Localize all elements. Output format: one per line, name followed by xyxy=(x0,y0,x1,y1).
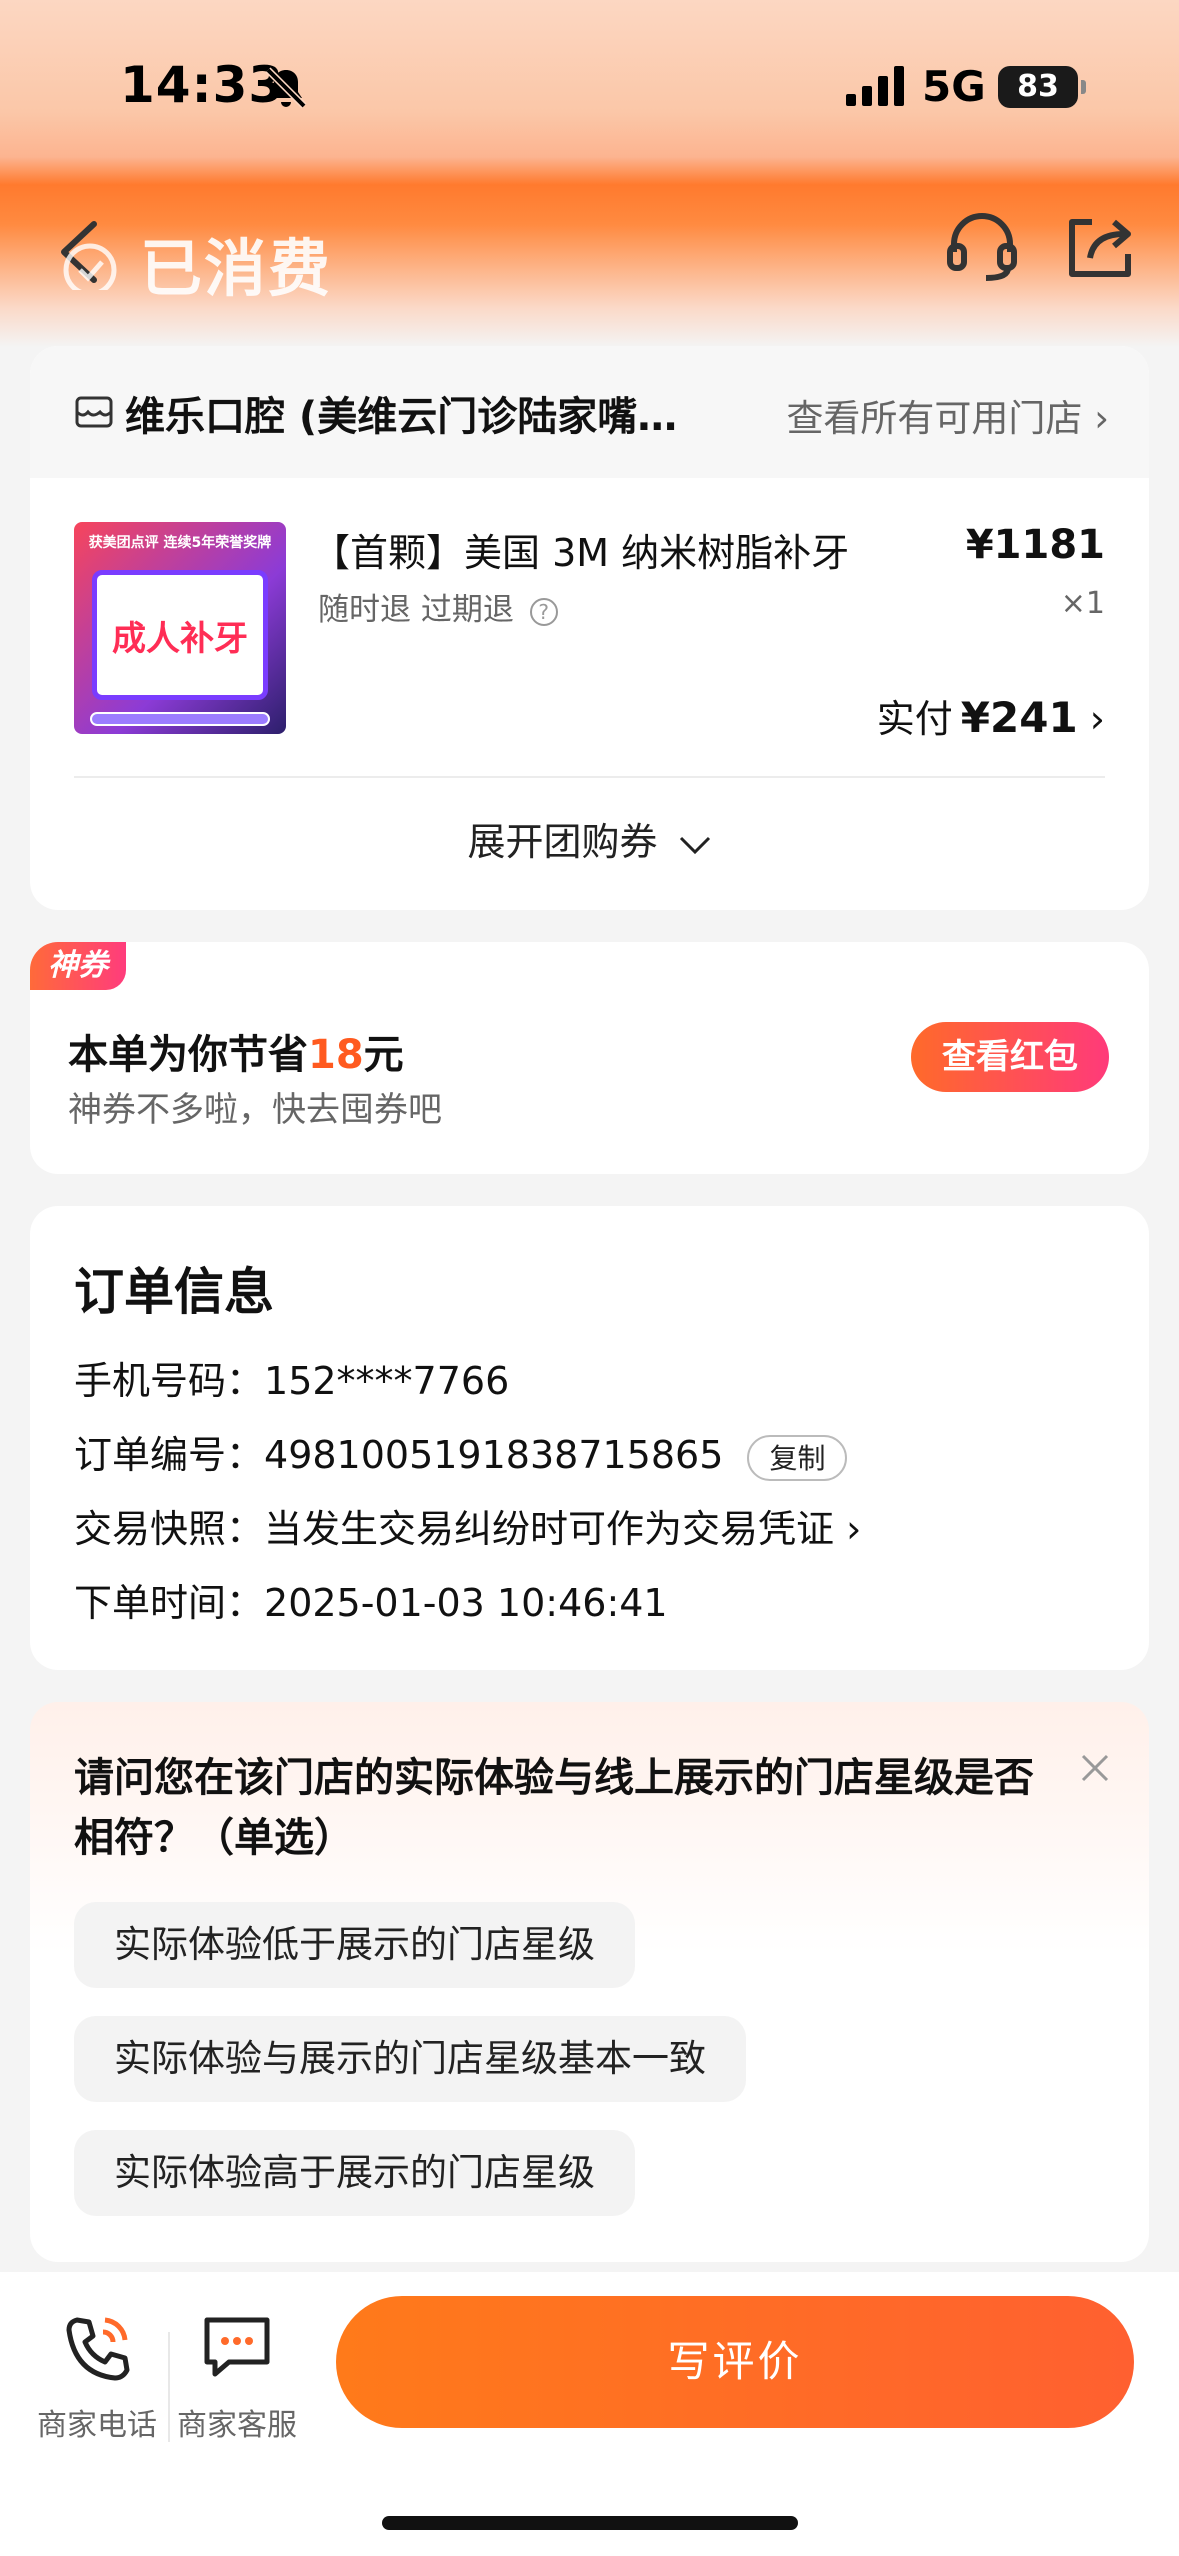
phone-value: 152****7766 xyxy=(264,1359,510,1403)
snapshot-label: 交易快照： xyxy=(74,1507,265,1551)
copy-button[interactable]: 复制 xyxy=(747,1434,848,1481)
network-type: 5G xyxy=(922,62,986,111)
signal-icon xyxy=(846,66,904,106)
thumb-bar xyxy=(90,712,270,726)
savings-suffix: 元 xyxy=(363,1032,404,1078)
shop-icon xyxy=(75,396,113,428)
close-icon[interactable] xyxy=(1075,1748,1115,1788)
survey-option-lower[interactable]: 实际体验低于展示的门店星级 xyxy=(74,1902,635,1988)
order-time-label: 下单时间： xyxy=(74,1581,265,1625)
paid-amount: ¥241 xyxy=(960,693,1078,742)
back-icon[interactable] xyxy=(50,210,130,290)
paid-amount-row[interactable]: 实付 ¥241 › xyxy=(877,688,1105,743)
product-price: ¥1181 xyxy=(965,522,1105,568)
survey-card: 请问您在该门店的实际体验与线上展示的门店星级是否相符？（单选） 实际体验低于展示… xyxy=(30,1702,1149,2262)
snapshot-row[interactable]: 交易快照：当发生交易纠纷时可作为交易凭证 › xyxy=(74,1498,861,1553)
order-number-label: 订单编号： xyxy=(74,1433,265,1477)
merchant-phone-button[interactable]: 商家电话 xyxy=(32,2310,162,2444)
order-number-row: 订单编号：4981005191838715865 复制 xyxy=(74,1424,848,1481)
help-icon[interactable]: ? xyxy=(529,597,558,626)
refund-tags: 随时退 过期退 xyxy=(318,592,514,628)
order-info-title: 订单信息 xyxy=(74,1263,274,1321)
write-review-button[interactable]: 写评价 xyxy=(336,2296,1134,2428)
product-row[interactable]: 获美团点评 连续5年荣誉奖牌 成人补牙 【首颗】美国 3M 纳米树脂补牙 随时退… xyxy=(30,478,1149,778)
product-name: 【首颗】美国 3M 纳米树脂补牙 xyxy=(312,531,850,575)
snapshot-value: 当发生交易纠纷时可作为交易凭证 xyxy=(264,1507,835,1551)
thumb-title: 成人补牙 xyxy=(112,619,248,659)
divider xyxy=(168,2332,170,2442)
store-name[interactable]: 维乐口腔 (美维云门诊陆家嘴… xyxy=(125,384,765,442)
nav-bar: 已消费 xyxy=(0,190,1179,330)
merchant-service-label: 商家客服 xyxy=(177,2408,297,2443)
chat-icon xyxy=(204,2317,270,2377)
thumb-panel: 成人补牙 xyxy=(92,570,268,700)
merchant-phone-label: 商家电话 xyxy=(37,2408,157,2443)
phone-label: 手机号码： xyxy=(74,1359,265,1403)
order-info-card: 订单信息 手机号码：152****7766 订单编号：4981005191838… xyxy=(30,1206,1149,1670)
survey-option-higher[interactable]: 实际体验高于展示的门店星级 xyxy=(74,2130,635,2216)
divider xyxy=(74,776,1105,778)
all-stores-link[interactable]: 查看所有可用门店 › xyxy=(786,388,1109,442)
store-header[interactable]: 维乐口腔 (美维云门诊陆家嘴… 查看所有可用门店 › xyxy=(30,346,1149,478)
all-stores-label: 查看所有可用门店 xyxy=(786,397,1083,440)
phone-icon xyxy=(66,2317,130,2381)
paid-label: 实付 xyxy=(876,697,953,741)
savings-subtitle: 神券不多啦，快去囤券吧 xyxy=(68,1090,442,1130)
chevron-right-icon: › xyxy=(1094,397,1109,440)
product-tags: 随时退 过期退 ? xyxy=(318,584,558,629)
coupon-badge: 神券 xyxy=(30,942,126,990)
survey-option-consistent[interactable]: 实际体验与展示的门店星级基本一致 xyxy=(74,2016,746,2102)
store-card: 维乐口腔 (美维云门诊陆家嘴… 查看所有可用门店 › 获美团点评 连续5年荣誉奖… xyxy=(30,346,1149,910)
page-title: 已消费 xyxy=(140,232,333,305)
bell-off-icon xyxy=(265,67,307,109)
survey-question: 请问您在该门店的实际体验与线上展示的门店星级是否相符？（单选） xyxy=(74,1755,1034,1861)
product-thumbnail[interactable]: 获美团点评 连续5年荣誉奖牌 成人补牙 xyxy=(74,522,286,734)
order-time-value: 2025-01-03 10:46:41 xyxy=(264,1581,668,1625)
expand-vouchers-button[interactable]: 展开团购券 xyxy=(30,778,1149,906)
battery-indicator: 83 xyxy=(998,66,1086,108)
expand-label: 展开团购券 xyxy=(467,820,658,864)
order-number-value: 4981005191838715865 xyxy=(264,1433,724,1477)
home-indicator xyxy=(382,2516,798,2530)
status-time: 14:33 xyxy=(120,56,285,114)
headset-icon[interactable] xyxy=(944,208,1020,284)
order-time-row: 下单时间：2025-01-03 10:46:41 xyxy=(74,1572,668,1627)
coupon-card: 神券 本单为你节省18元 神券不多啦，快去囤券吧 查看红包 xyxy=(30,942,1149,1174)
product-quantity: ×1 xyxy=(1060,586,1105,621)
chevron-right-icon: › xyxy=(846,1507,862,1551)
chevron-down-icon xyxy=(679,836,710,854)
savings-title: 本单为你节省18元 xyxy=(68,1022,404,1080)
status-bar: 14:33 5G 83 xyxy=(0,0,1179,170)
savings-prefix: 本单为你节省 xyxy=(68,1032,308,1078)
bottom-action-bar: 商家电话 商家客服 写评价 xyxy=(0,2272,1179,2556)
savings-amount: 18 xyxy=(308,1032,364,1078)
view-red-packet-button[interactable]: 查看红包 xyxy=(911,1022,1109,1092)
chevron-right-icon: › xyxy=(1089,697,1105,741)
share-icon[interactable] xyxy=(1062,208,1138,284)
merchant-service-button[interactable]: 商家客服 xyxy=(172,2310,302,2444)
thumb-top-text: 获美团点评 连续5年荣誉奖牌 xyxy=(88,535,272,551)
phone-row: 手机号码：152****7766 xyxy=(74,1350,509,1405)
